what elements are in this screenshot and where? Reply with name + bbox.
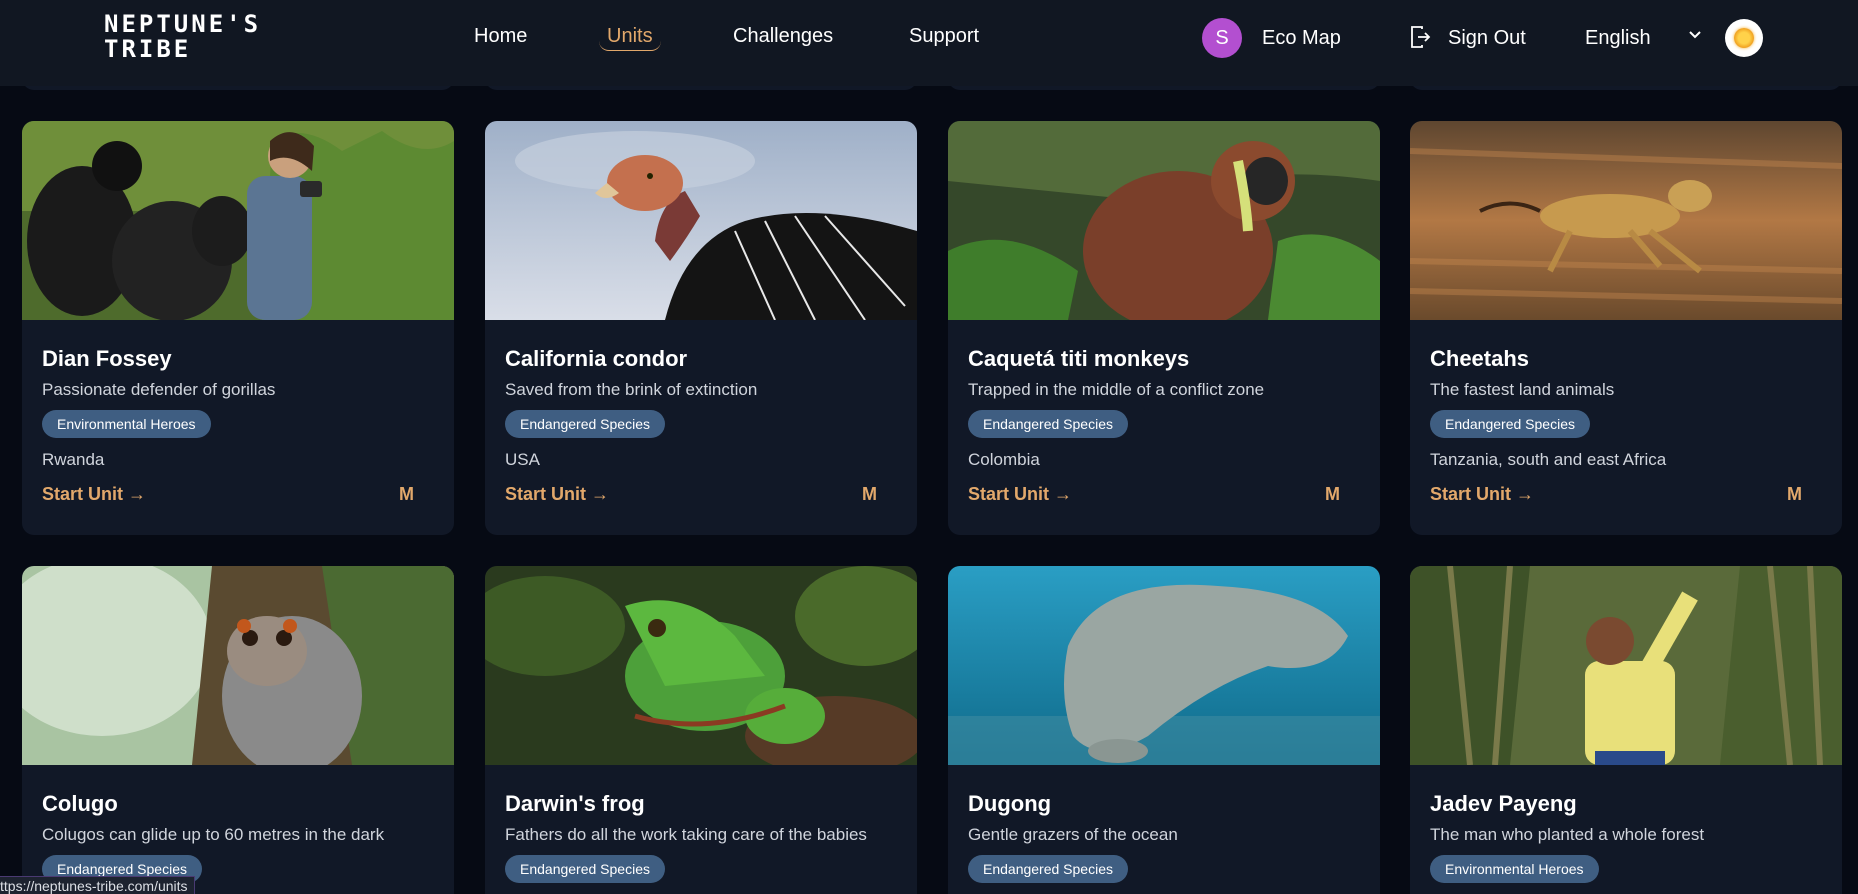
unit-card-jadev-payeng[interactable]: Jadev Payeng The man who planted a whole… (1410, 566, 1842, 894)
start-unit-link[interactable]: Start Unit → (1430, 484, 1534, 505)
unit-card-california-condor[interactable]: California condor Saved from the brink o… (485, 121, 917, 535)
logo-line-1: NEPTUNE'S (104, 10, 262, 38)
card-subtitle: The fastest land animals (1430, 380, 1615, 399)
card-title: California condor (505, 346, 688, 371)
sun-icon (1734, 28, 1754, 48)
category-tag[interactable]: Endangered Species (968, 410, 1128, 438)
category-tag[interactable]: Endangered Species (968, 855, 1128, 883)
unit-card-darwins-frog[interactable]: Darwin's frog Fathers do all the work ta… (485, 566, 917, 894)
card-subtitle: Saved from the brink of extinction (505, 380, 758, 399)
card-image (22, 121, 454, 320)
nav-home[interactable]: Home (474, 25, 527, 48)
sign-out-icon[interactable] (1409, 25, 1431, 49)
card-subtitle: Gentle grazers of the ocean (968, 825, 1178, 844)
sign-out-button[interactable]: Sign Out (1448, 27, 1526, 50)
card-image (1410, 121, 1842, 320)
status-bar-url: ttps://neptunes-tribe.com/units (0, 876, 195, 894)
card-location: Tanzania, south and east Africa (1430, 450, 1667, 469)
language-select[interactable]: English (1585, 27, 1651, 50)
category-tag[interactable]: Environmental Heroes (1430, 855, 1599, 883)
nav-support[interactable]: Support (909, 25, 979, 48)
card-image (22, 566, 454, 765)
unit-size-badge: M (862, 484, 877, 504)
eco-map-link[interactable]: Eco Map (1262, 27, 1341, 50)
top-navbar: NEPTUNE'S TRIBE Home Units Challenges Su… (0, 0, 1858, 86)
card-subtitle: Passionate defender of gorillas (42, 380, 276, 399)
card-title: Cheetahs (1430, 346, 1530, 371)
unit-size-badge: M (1787, 484, 1802, 504)
category-tag[interactable]: Endangered Species (1430, 410, 1590, 438)
card-subtitle: Trapped in the middle of a conflict zone (968, 380, 1265, 399)
unit-card-caqueta-titi-monkeys[interactable]: Caquetá titi monkeys Trapped in the midd… (948, 121, 1380, 535)
logo-line-2: TRIBE (104, 35, 192, 63)
user-avatar[interactable]: S (1202, 18, 1242, 58)
card-location: USA (505, 450, 540, 469)
card-subtitle: Fathers do all the work taking care of t… (505, 825, 867, 844)
card-title: Dugong (968, 791, 1052, 816)
card-title: Colugo (42, 791, 118, 816)
card-image (948, 121, 1380, 320)
card-location: Colombia (968, 450, 1040, 469)
site-logo[interactable]: NEPTUNE'S TRIBE (104, 12, 261, 62)
theme-toggle-button[interactable] (1725, 19, 1763, 57)
unit-size-badge: M (1325, 484, 1340, 504)
unit-card-dugong[interactable]: Dugong Gentle grazers of the ocean Endan… (948, 566, 1380, 894)
category-tag[interactable]: Environmental Heroes (42, 410, 211, 438)
card-title: Caquetá titi monkeys (968, 346, 1190, 371)
card-image (485, 566, 917, 765)
nav-units[interactable]: Units (599, 25, 661, 51)
units-page: NEPTUNE'S TRIBE Home Units Challenges Su… (0, 0, 1858, 894)
card-subtitle: Colugos can glide up to 60 metres in the… (42, 825, 385, 844)
unit-card-cheetahs[interactable]: Cheetahs The fastest land animals Endang… (1410, 121, 1842, 535)
card-image (948, 566, 1380, 765)
start-unit-link[interactable]: Start Unit → (42, 484, 146, 505)
unit-card-dian-fossey[interactable]: Dian Fossey Passionate defender of goril… (22, 121, 454, 535)
start-unit-link[interactable]: Start Unit → (968, 484, 1072, 505)
unit-size-badge: M (399, 484, 414, 504)
category-tag[interactable]: Endangered Species (505, 410, 665, 438)
unit-card-colugo[interactable]: Colugo Colugos can glide up to 60 metres… (22, 566, 454, 894)
card-image (1410, 566, 1842, 765)
nav-challenges[interactable]: Challenges (733, 25, 833, 48)
start-unit-link[interactable]: Start Unit → (505, 484, 609, 505)
category-tag[interactable]: Endangered Species (505, 855, 665, 883)
card-title: Dian Fossey (42, 346, 172, 371)
card-title: Jadev Payeng (1430, 791, 1577, 816)
card-image (485, 121, 917, 320)
card-title: Darwin's frog (505, 791, 645, 816)
chevron-down-icon[interactable] (1687, 28, 1703, 42)
card-subtitle: The man who planted a whole forest (1430, 825, 1705, 844)
card-location: Rwanda (42, 450, 105, 469)
